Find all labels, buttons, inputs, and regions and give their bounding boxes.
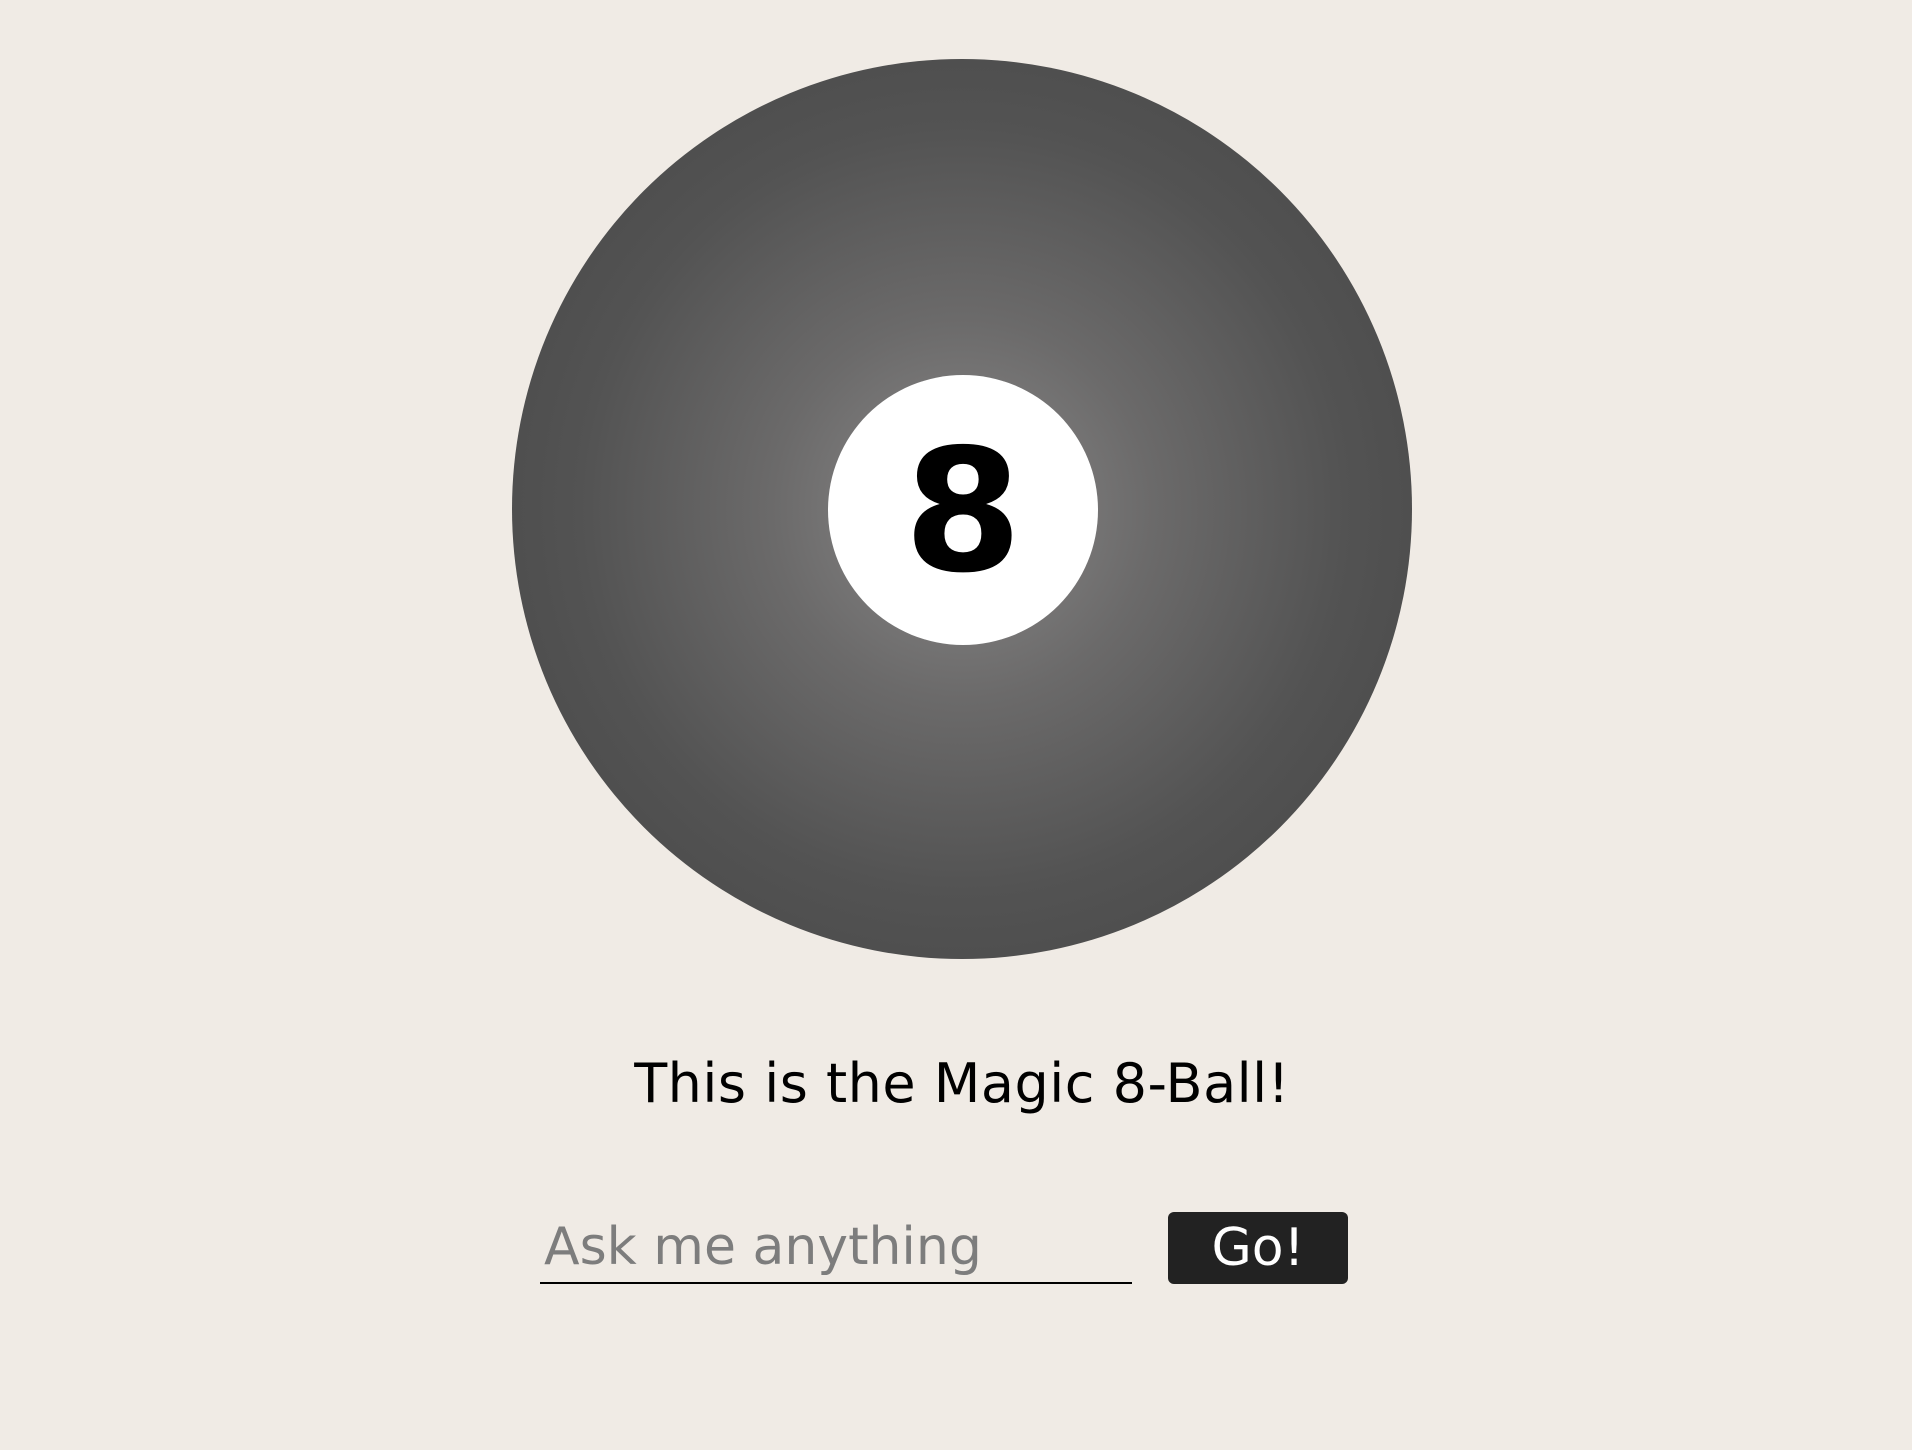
ball-number: 8	[903, 413, 1023, 611]
question-input[interactable]	[540, 1212, 1132, 1284]
magic-8-ball: 8	[512, 59, 1412, 959]
magic-8-ball-page: 8 This is the Magic 8-Ball! Go!	[0, 0, 1912, 1450]
ball-window: 8	[828, 375, 1098, 645]
page-title: This is the Magic 8-Ball!	[634, 1052, 1290, 1115]
go-button[interactable]: Go!	[1168, 1212, 1348, 1284]
question-form: Go!	[540, 1212, 1350, 1288]
